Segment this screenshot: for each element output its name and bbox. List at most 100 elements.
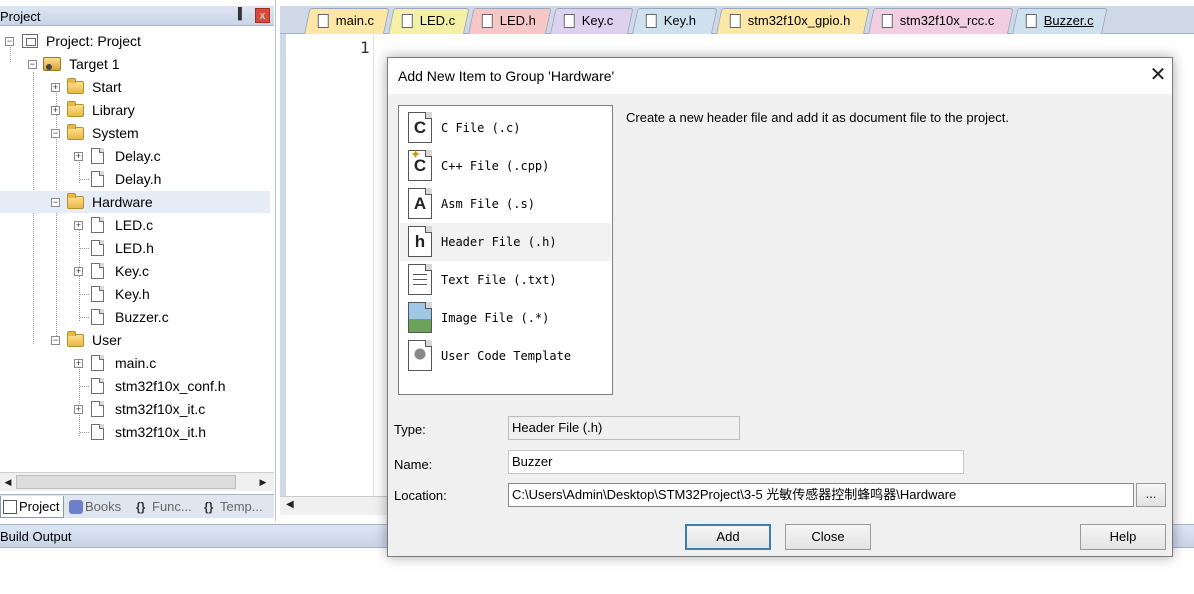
close-icon[interactable]: ✕	[1145, 63, 1171, 89]
tree-item-start[interactable]: + Start	[0, 76, 274, 98]
editor-tab-led-h[interactable]: LED.h	[468, 8, 552, 34]
close-button[interactable]: Close	[785, 524, 871, 550]
file-type-header[interactable]: h Header File (.h)	[400, 223, 611, 261]
expand-icon[interactable]: +	[51, 83, 60, 92]
tree-item-label: Start	[92, 79, 122, 95]
line-number: 1	[360, 38, 370, 57]
tree-item-led-h[interactable]: LED.h	[0, 237, 274, 259]
file-icon	[645, 14, 657, 28]
collapse-icon[interactable]: −	[28, 60, 37, 69]
tree-item-label: System	[92, 125, 139, 141]
file-icon	[401, 14, 413, 28]
tree-item-library[interactable]: + Library	[0, 99, 274, 121]
file-type-user-code-template[interactable]: User Code Template	[400, 337, 611, 375]
books-icon	[69, 500, 83, 514]
file-type-label: Text File (.txt)	[441, 273, 557, 287]
tree-item-label: User	[92, 332, 122, 348]
folder-icon	[67, 78, 84, 94]
file-icon	[563, 14, 575, 28]
tab-functions[interactable]: {} Func...	[134, 496, 200, 518]
file-type-image[interactable]: Image File (.*)	[400, 299, 611, 337]
tree-item-label: main.c	[115, 355, 157, 371]
folder-icon	[67, 101, 84, 117]
location-input[interactable]: C:\Users\Admin\Desktop\STM32Project\3-5 …	[508, 483, 1134, 507]
expand-icon[interactable]: +	[74, 152, 83, 161]
file-icon	[91, 148, 104, 164]
template-icon: {}	[204, 500, 214, 514]
file-icon	[91, 424, 104, 440]
collapse-icon[interactable]: −	[51, 129, 60, 138]
pin-icon[interactable]: ▐	[234, 8, 242, 20]
tree-item-delay-h[interactable]: Delay.h	[0, 168, 274, 190]
scroll-left-icon[interactable]: ◀	[286, 499, 294, 510]
cpp-file-icon: ✦ C	[408, 149, 432, 181]
name-input[interactable]: Buzzer	[508, 450, 964, 474]
expand-icon[interactable]: +	[74, 267, 83, 276]
scrollbar-thumb[interactable]	[16, 475, 236, 489]
dialog-title: Add New Item to Group 'Hardware'	[398, 68, 615, 84]
text-file-icon	[408, 264, 432, 295]
tree-item-stm32f10x-conf-h[interactable]: stm32f10x_conf.h	[0, 375, 274, 397]
file-type-c[interactable]: C C File (.c)	[400, 109, 611, 147]
close-icon[interactable]: x	[255, 8, 270, 23]
file-type-text[interactable]: Text File (.txt)	[400, 261, 611, 299]
file-type-list[interactable]: C C File (.c) ✦ C C++ File (.cpp) A Asm F…	[398, 105, 613, 395]
file-icon	[1025, 14, 1037, 28]
expand-icon[interactable]: +	[51, 106, 60, 115]
scroll-right-icon[interactable]: ▶	[256, 475, 270, 489]
file-icon	[91, 217, 104, 233]
browse-button[interactable]: ...	[1136, 483, 1166, 507]
editor-tab-stm32f10x-gpio-h[interactable]: stm32f10x_gpio.h	[716, 8, 870, 34]
file-icon	[91, 240, 104, 256]
tree-item-key-h[interactable]: Key.h	[0, 283, 274, 305]
tree-item-label: LED.c	[115, 217, 154, 233]
tree-item-label: Key.h	[115, 286, 150, 302]
tab-project[interactable]: Project	[0, 496, 64, 518]
tree-item-project[interactable]: − Project: Project	[0, 30, 274, 52]
expand-icon[interactable]: +	[74, 359, 83, 368]
scroll-left-icon[interactable]: ◀	[1, 475, 15, 489]
collapse-icon[interactable]: −	[5, 37, 14, 46]
tree-item-delay-c[interactable]: + Delay.c	[0, 145, 274, 167]
header-file-icon: h	[408, 226, 432, 257]
file-type-label: C File (.c)	[441, 121, 521, 135]
tab-templates[interactable]: {} Temp...	[202, 496, 272, 518]
tree-item-target[interactable]: − Target 1	[0, 53, 274, 75]
file-type-label: Asm File (.s)	[441, 197, 535, 211]
tree-item-stm32f10x-it-h[interactable]: stm32f10x_it.h	[0, 421, 274, 443]
tab-books[interactable]: Books	[67, 496, 131, 518]
file-type-label: User Code Template	[441, 349, 572, 363]
editor-tab-main-c[interactable]: main.c	[304, 8, 390, 34]
file-type-cpp[interactable]: ✦ C C++ File (.cpp)	[400, 147, 611, 185]
folder-open-icon	[67, 331, 84, 347]
image-file-icon	[408, 302, 432, 333]
tree-item-user[interactable]: − User	[0, 329, 274, 351]
add-button[interactable]: Add	[685, 524, 771, 550]
collapse-icon[interactable]: −	[51, 336, 60, 345]
file-type-asm[interactable]: A Asm File (.s)	[400, 185, 611, 223]
tree-item-main-c[interactable]: + main.c	[0, 352, 274, 374]
tree-item-led-c[interactable]: + LED.c	[0, 214, 274, 236]
project-tree: − Project: Project − Target 1 + Start + …	[0, 28, 274, 468]
expand-icon[interactable]: +	[74, 405, 83, 414]
editor-tab-led-c[interactable]: LED.c	[388, 8, 470, 34]
tree-horizontal-scrollbar[interactable]: ◀ ▶	[0, 472, 274, 491]
tree-item-buzzer-c[interactable]: Buzzer.c	[0, 306, 274, 328]
editor-horizontal-scrollbar[interactable]: ◀	[280, 496, 390, 515]
tree-item-stm32f10x-it-c[interactable]: + stm32f10x_it.c	[0, 398, 274, 420]
project-panel: Project ▐ x − Project: Project − Target …	[0, 0, 276, 521]
file-icon	[91, 401, 104, 417]
collapse-icon[interactable]: −	[51, 198, 60, 207]
tree-item-label: Target 1	[69, 56, 120, 72]
help-button[interactable]: Help	[1080, 524, 1166, 550]
editor-tab-buzzer-c[interactable]: Buzzer.c	[1012, 8, 1108, 34]
tree-item-label: Delay.h	[115, 171, 162, 187]
expand-icon[interactable]: +	[74, 221, 83, 230]
tree-item-key-c[interactable]: + Key.c	[0, 260, 274, 282]
editor-tab-key-c[interactable]: Key.c	[550, 8, 634, 34]
tree-item-system[interactable]: − System	[0, 122, 274, 144]
editor-tab-stm32f10x-rcc-c[interactable]: stm32f10x_rcc.c	[868, 8, 1014, 34]
tree-item-hardware[interactable]: − Hardware	[0, 191, 270, 213]
project-panel-tabs: Project Books {} Func... {} Temp...	[0, 494, 274, 518]
editor-tab-key-h[interactable]: Key.h	[632, 8, 718, 34]
